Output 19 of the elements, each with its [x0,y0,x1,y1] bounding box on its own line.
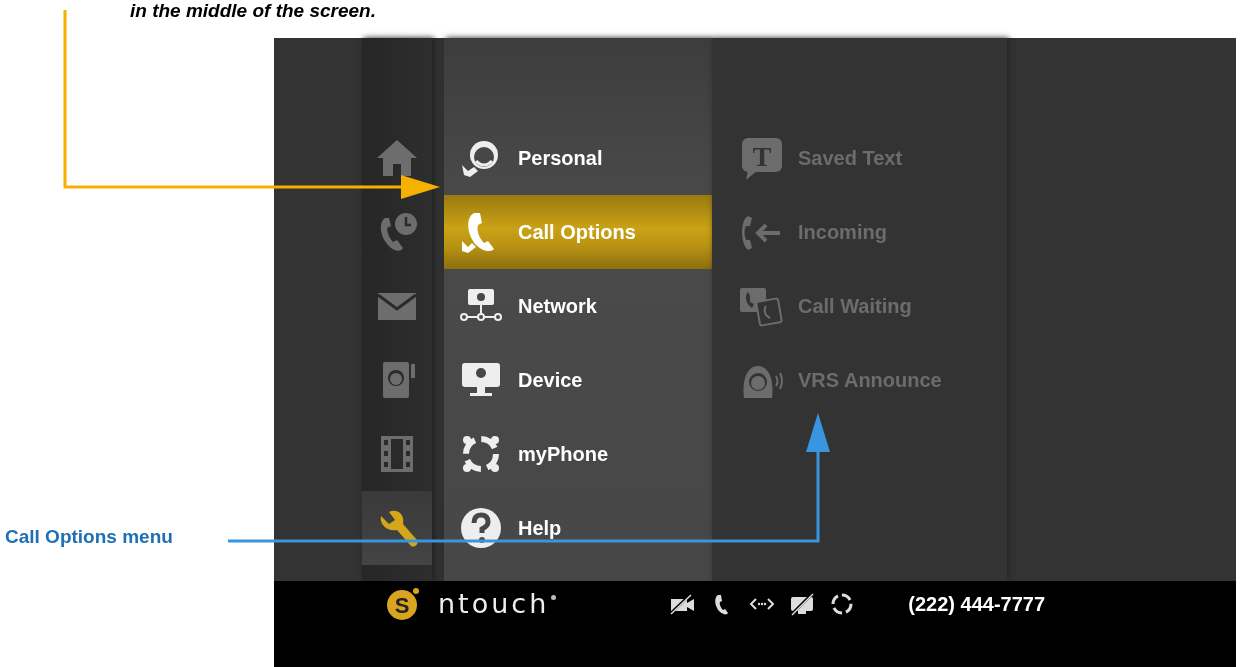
registered-mark [551,595,557,600]
brand-name: ntouch [438,587,550,621]
submenu-label[interactable]: Saved Text [798,146,903,170]
menu-item[interactable]: myPhone [444,417,712,491]
phone-number: (222) 444-7777 [908,592,1046,617]
callout-label: Call Options menu [5,526,173,548]
video-off-icon [668,592,697,616]
logo-icon: S [386,587,420,621]
submenu-label[interactable]: Call Waiting [798,294,912,318]
menu-item[interactable]: Help [444,491,712,565]
menu-item[interactable]: Device [444,343,712,417]
screen-off-icon [788,592,817,616]
submenu-label[interactable]: Incoming [798,220,887,244]
help-icon [458,505,504,551]
menu-item[interactable]: Personal [444,121,712,195]
menu-item[interactable]: Call Options [444,195,712,269]
caption-text: in the middle of the screen. [130,0,376,23]
submenu-label[interactable]: VRS Announce [798,368,942,392]
menu-item[interactable]: Network [444,269,712,343]
